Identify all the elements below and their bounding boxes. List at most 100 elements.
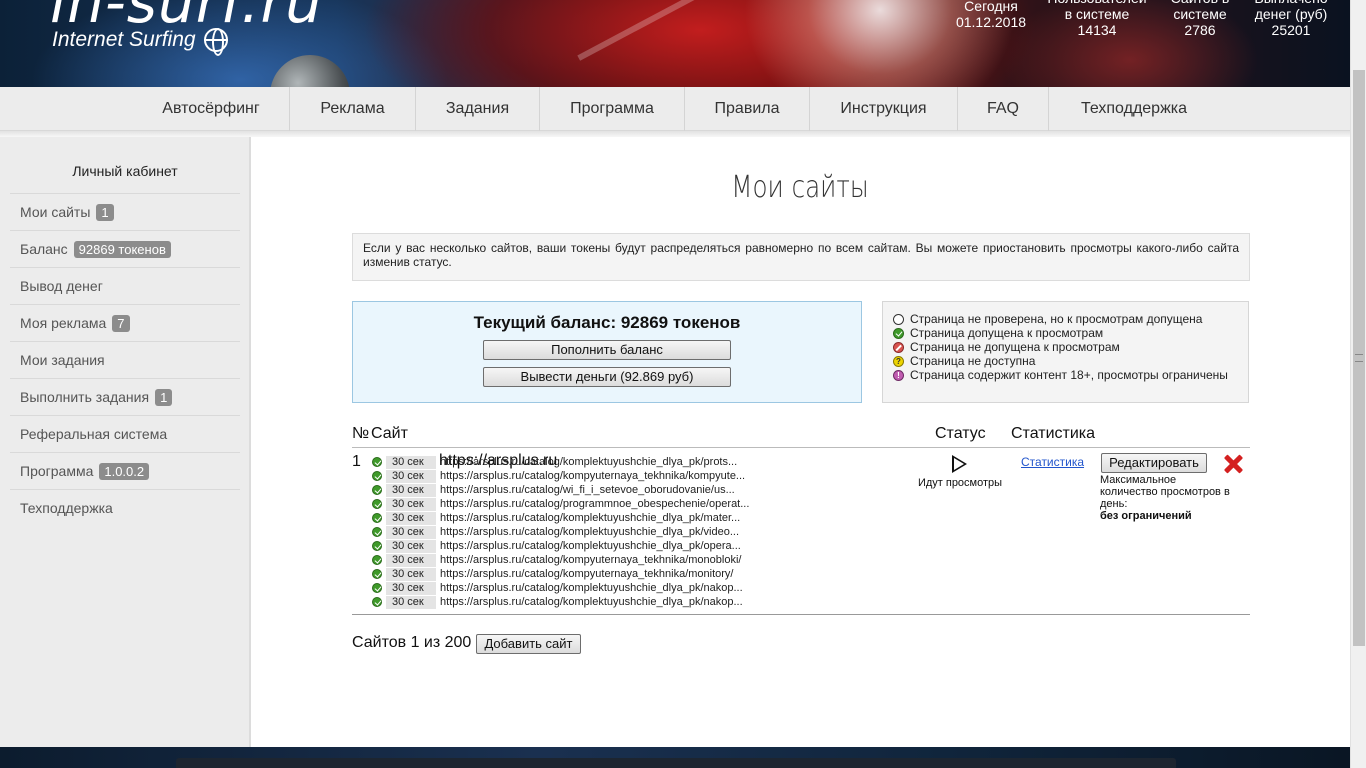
- page-url[interactable]: https://arsplus.ru/catalog/programmnoe_o…: [440, 498, 749, 510]
- sidebar: Личный кабинет Мои сайты 1 Баланс 92869 …: [0, 137, 251, 747]
- planet-image: [270, 55, 350, 87]
- page-row: 30 сек https://arsplus.ru/catalog/kompyu…: [372, 469, 745, 483]
- page-row: 30 сек https://arsplus.ru/catalog/kompyu…: [372, 567, 733, 581]
- play-icon[interactable]: [952, 455, 967, 473]
- page-url[interactable]: https://arsplus.ru/catalog/komplektuyush…: [440, 526, 739, 538]
- stat-value: 2786: [1184, 22, 1216, 38]
- page-url[interactable]: https://arsplus.ru/catalog/kompyuternaya…: [440, 470, 745, 482]
- page-url[interactable]: https://arsplus.ru/catalog/komplektuyush…: [440, 512, 740, 524]
- table-divider: [352, 614, 1250, 615]
- stat-label: Пользователей в системе: [1047, 0, 1146, 22]
- sidebar-item-label: Моя реклама: [20, 315, 107, 331]
- page-row: 30 сек https://arsplus.ru/catalog/komple…: [372, 595, 743, 609]
- page-url[interactable]: https://arsplus.ru/catalog/komplektuyush…: [440, 540, 741, 552]
- legend-item: Страница не проверена, но к просмотрам д…: [893, 312, 1202, 326]
- approved-status-icon: [372, 541, 382, 551]
- view-time: 30 сек: [386, 567, 436, 581]
- stat-sites: Сайтов в системе 2786: [1160, 0, 1240, 38]
- approved-status-icon: [372, 597, 382, 607]
- view-time: 30 сек: [386, 497, 436, 511]
- sites-count: Сайтов 1 из 200: [352, 634, 472, 651]
- nav-support[interactable]: Техподдержка: [1049, 87, 1219, 131]
- sidebar-item-program[interactable]: Программа 1.0.0.2: [10, 452, 240, 489]
- page-url[interactable]: https://arsplus.ru/catalog/wi_fi_i_setev…: [440, 484, 735, 496]
- approved-status-icon: [372, 555, 382, 565]
- status-legend: Страница не проверена, но к просмотрам д…: [882, 301, 1249, 403]
- page-url[interactable]: https://arsplus.ru/catalog/kompyuternaya…: [440, 568, 733, 580]
- nav-ads[interactable]: Реклама: [290, 87, 416, 131]
- scrollbar-grip-icon: [1355, 354, 1363, 362]
- nav-instructions[interactable]: Инструкция: [810, 87, 958, 131]
- sidebar-item-do-tasks[interactable]: Выполнить задания 1: [10, 378, 240, 415]
- add-site-button[interactable]: Добавить сайт: [476, 634, 581, 654]
- sidebar-item-withdraw[interactable]: Вывод денег: [10, 267, 240, 304]
- sidebar-item-label: Выполнить задания: [20, 389, 150, 405]
- sidebar-item-label: Мои сайты: [20, 204, 91, 220]
- legend-item: ! Страница содержит контент 18+, просмот…: [893, 368, 1228, 382]
- site-tagline: Internet Surfing: [52, 28, 228, 56]
- nav-program[interactable]: Программа: [540, 87, 685, 131]
- view-time: 30 сек: [386, 525, 436, 539]
- version-badge: 1.0.0.2: [99, 462, 150, 480]
- column-header-site: Сайт: [371, 425, 408, 442]
- sidebar-title: Личный кабинет: [72, 163, 178, 179]
- legend-item: Страница допущена к просмотрам: [893, 326, 1103, 340]
- sidebar-item-label: Программа: [20, 463, 94, 479]
- legend-text: Страница не допущена к просмотрам: [910, 340, 1120, 354]
- status-text: Идут просмотры: [917, 477, 1003, 489]
- delete-icon[interactable]: [1222, 453, 1244, 475]
- sidebar-item-my-tasks[interactable]: Мои задания: [10, 341, 240, 378]
- view-time: 30 сек: [386, 595, 436, 609]
- stat-label: Выплачено денег (руб): [1254, 0, 1328, 22]
- legend-text: Страница не доступна: [910, 354, 1036, 368]
- page-row: 30 сек https://arsplus.ru/catalog/wi_fi_…: [372, 483, 735, 497]
- adult-content-status-icon: !: [893, 369, 904, 381]
- page-url[interactable]: https://arsplus.ru/catalog/komplektuyush…: [440, 582, 743, 594]
- approved-status-icon: [372, 583, 382, 593]
- legend-text: Страница допущена к просмотрам: [910, 326, 1104, 340]
- unchecked-status-icon: [893, 313, 904, 325]
- sidebar-item-my-ads[interactable]: Моя реклама 7: [10, 304, 240, 341]
- approved-status-icon: [372, 513, 382, 523]
- view-time: 30 сек: [386, 483, 436, 497]
- sidebar-item-referral[interactable]: Реферальная система: [10, 415, 240, 452]
- nav-tasks[interactable]: Задания: [416, 87, 540, 131]
- sidebar-item-support[interactable]: Техподдержка: [10, 489, 240, 526]
- sidebar-item-balance[interactable]: Баланс 92869 токенов: [10, 230, 240, 267]
- sidebar-item-my-sites[interactable]: Мои сайты 1: [10, 193, 240, 230]
- nav-rules[interactable]: Правила: [685, 87, 810, 131]
- column-header-status: Статус: [935, 425, 986, 442]
- approved-status-icon: [372, 457, 382, 467]
- page-row: 30 сек https://arsplus.ru/catalog/komple…: [372, 511, 740, 525]
- view-time: 30 сек: [386, 511, 436, 525]
- nav-faq[interactable]: FAQ: [958, 87, 1049, 131]
- stat-users: Пользователей в системе 14134: [1047, 0, 1147, 38]
- legend-item: Страница не допущена к просмотрам: [893, 340, 1120, 354]
- edit-button[interactable]: Редактировать: [1101, 453, 1207, 473]
- page-url[interactable]: https://arsplus.ru/catalog/komplektuyush…: [440, 456, 737, 468]
- statistics-link[interactable]: Статистика: [1021, 455, 1084, 469]
- approved-status-icon: [893, 327, 904, 339]
- nav-autosurf[interactable]: Автосёрфинг: [133, 87, 290, 131]
- view-time: 30 сек: [386, 539, 436, 553]
- unavailable-status-icon: ?: [893, 355, 904, 367]
- stat-paid: Выплачено денег (руб) 25201: [1250, 0, 1332, 38]
- page-url[interactable]: https://arsplus.ru/catalog/kompyuternaya…: [440, 554, 741, 566]
- topup-button[interactable]: Пополнить баланс: [483, 340, 731, 360]
- page-row: 30 сек https://arsplus.ru/catalog/komple…: [372, 455, 737, 469]
- sidebar-item-label: Вывод денег: [20, 278, 103, 294]
- stat-value: 25201: [1271, 22, 1311, 38]
- row-number: 1: [352, 453, 361, 470]
- balance-badge: 92869 токенов: [73, 240, 171, 258]
- count-badge: 1: [155, 388, 173, 406]
- page-row: 30 сек https://arsplus.ru/catalog/komple…: [372, 581, 743, 595]
- footer-panel: [176, 758, 1176, 768]
- withdraw-button[interactable]: Вывести деньги (92.869 руб): [483, 367, 731, 387]
- globe-icon: [203, 28, 228, 56]
- vertical-scrollbar[interactable]: [1350, 0, 1366, 768]
- view-time: 30 сек: [386, 469, 436, 483]
- page-row: 30 сек https://arsplus.ru/catalog/komple…: [372, 539, 741, 553]
- count-badge: 1: [96, 203, 114, 221]
- page-url[interactable]: https://arsplus.ru/catalog/komplektuyush…: [440, 596, 743, 608]
- table-divider: [352, 447, 1250, 448]
